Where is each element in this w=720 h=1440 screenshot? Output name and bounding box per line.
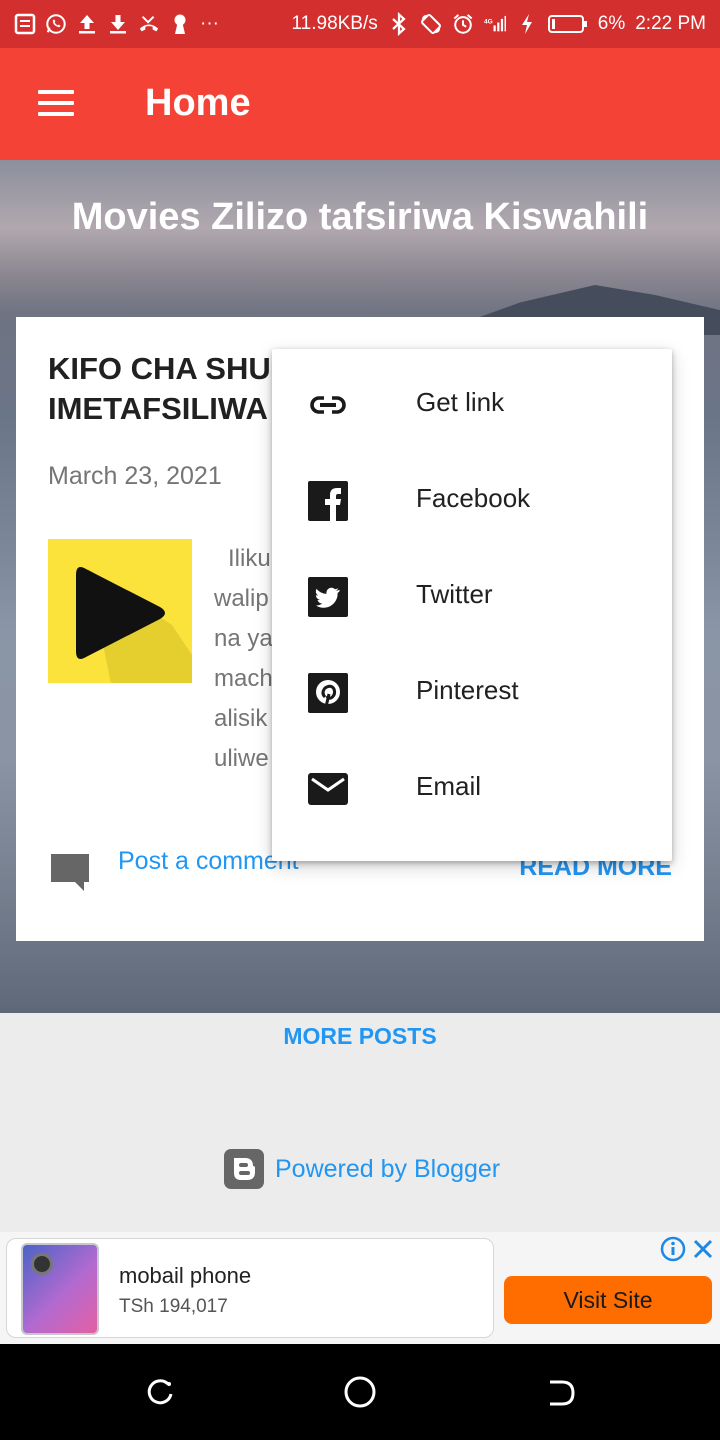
share-item-label: Get link <box>416 387 505 417</box>
share-menu: Get link Facebook Twitter Pinterest Emai… <box>272 349 672 861</box>
camera-module <box>31 1253 53 1275</box>
link-icon <box>310 396 346 414</box>
charging-icon <box>516 13 538 35</box>
recent-apps-icon[interactable] <box>142 1374 178 1410</box>
twitter-icon <box>308 577 348 617</box>
blogger-icon <box>224 1149 264 1189</box>
comment-icon[interactable] <box>48 850 92 894</box>
whatsapp-icon <box>45 13 67 35</box>
ad-title: mobail phone <box>119 1263 252 1288</box>
visit-site-button[interactable]: Visit Site <box>504 1276 712 1324</box>
info-icon[interactable] <box>660 1236 686 1262</box>
network-speed: 11.98KB/s <box>291 13 378 34</box>
app-bar: Home <box>0 48 720 160</box>
page-title[interactable]: Home <box>145 82 251 125</box>
battery-icon <box>547 13 588 35</box>
post-date[interactable]: March 23, 2021 <box>48 462 222 491</box>
pinterest-icon <box>308 673 348 713</box>
ad-product-image <box>21 1243 99 1335</box>
news-icon <box>14 13 36 35</box>
powered-by-blogger[interactable]: Powered by Blogger <box>224 1149 500 1189</box>
blog-title[interactable]: Movies Zilizo tafsiriwa Kiswahili <box>0 196 720 239</box>
rotate-icon <box>420 13 442 35</box>
menu-button[interactable] <box>36 86 76 120</box>
ad-banner[interactable]: mobail phone TSh 194,017 Visit Site <box>0 1232 720 1344</box>
post-thumbnail[interactable] <box>48 539 192 683</box>
hamburger-icon-line <box>38 90 74 94</box>
back-icon[interactable] <box>542 1374 578 1410</box>
share-item-label: Pinterest <box>416 675 519 705</box>
more-posts-link[interactable]: MORE POSTS <box>0 1023 720 1050</box>
play-icon <box>76 567 165 659</box>
email-icon <box>308 773 348 805</box>
download-icon <box>107 13 129 35</box>
home-icon[interactable] <box>342 1374 378 1410</box>
share-item-get-link[interactable]: Get link <box>272 349 672 445</box>
bluetooth-icon <box>388 12 410 36</box>
comment-row: Post a comment <box>48 847 299 894</box>
upload-icon <box>76 13 98 35</box>
share-item-twitter[interactable]: Twitter <box>272 541 672 637</box>
signal-icon: 4G <box>484 13 506 35</box>
powered-by-label: Powered by Blogger <box>275 1154 501 1183</box>
hamburger-icon-line <box>38 112 74 116</box>
svg-text:4G: 4G <box>484 18 493 25</box>
screen: ··· 11.98KB/s 4G 6% 2:22 PM Home Movies … <box>0 0 720 1440</box>
navigation-bar <box>0 1344 720 1440</box>
clock: 2:22 PM <box>635 13 706 34</box>
missed-call-icon <box>138 13 160 35</box>
share-item-label: Email <box>416 771 482 801</box>
ad-card[interactable]: mobail phone TSh 194,017 <box>6 1238 494 1338</box>
more-notifications: ··· <box>200 13 219 34</box>
battery-percent: 6% <box>597 13 626 34</box>
share-item-facebook[interactable]: Facebook <box>272 445 672 541</box>
alarm-icon <box>452 13 474 35</box>
keyhole-icon <box>169 13 191 35</box>
share-item-email[interactable]: Email <box>272 733 672 829</box>
facebook-icon <box>308 481 348 521</box>
hamburger-icon-line <box>38 101 74 105</box>
ad-price: TSh 194,017 <box>119 1296 228 1317</box>
share-item-label: Facebook <box>416 483 531 513</box>
share-item-label: Twitter <box>416 579 493 609</box>
close-icon[interactable] <box>690 1236 716 1262</box>
status-bar: ··· 11.98KB/s 4G 6% 2:22 PM <box>0 0 720 48</box>
share-item-pinterest[interactable]: Pinterest <box>272 637 672 733</box>
